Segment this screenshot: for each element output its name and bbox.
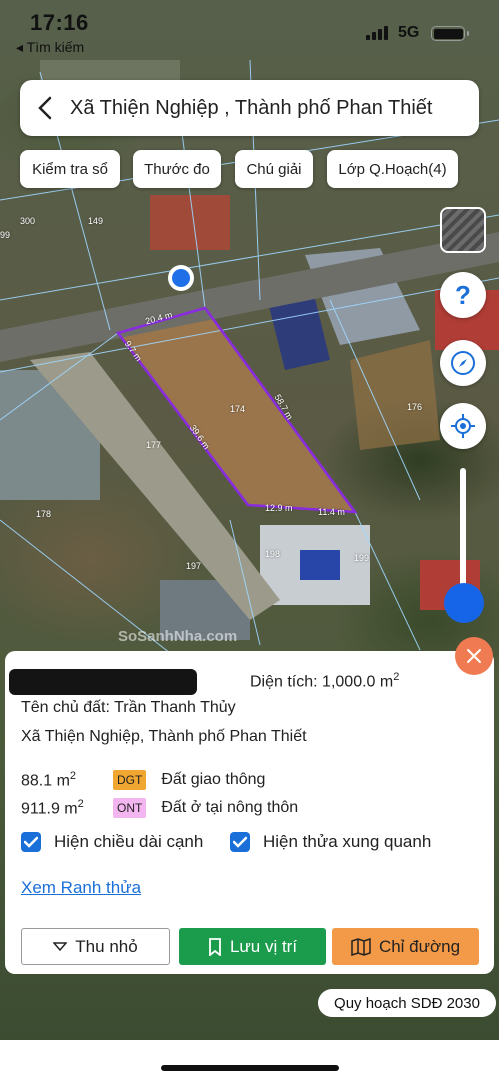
planning-layer-chip[interactable]: Lớp Q.Hoạch(4) [327, 150, 458, 188]
compass-icon [451, 351, 475, 375]
directions-button[interactable]: Chỉ đường [332, 928, 479, 965]
parcel-number: 149 [88, 216, 104, 226]
land-use-description: Đất giao thông [161, 771, 266, 788]
parcel-number: 197 [186, 561, 202, 571]
planning-year-badge[interactable]: Quy hoạch SDĐ 2030 [318, 989, 496, 1017]
legend-chip[interactable]: Chú giải [235, 150, 313, 188]
show-edge-lengths-toggle[interactable]: Hiện chiều dài cạnh [21, 832, 203, 852]
building [300, 550, 340, 580]
building [40, 60, 180, 80]
chevron-left-icon [38, 96, 52, 120]
parcel-number: 177 [146, 440, 162, 450]
save-location-label: Lưu vị trí [229, 936, 298, 956]
unit-exponent: 2 [77, 797, 84, 810]
layers-icon[interactable] [440, 207, 486, 253]
show-neighbors-toggle[interactable]: Hiện thửa xung quanh [230, 832, 431, 852]
edge-length-label: 12.9 m [265, 503, 293, 513]
land-use-row: 88.1 m2 DGT Đất giao thông [21, 768, 265, 792]
parcel-number: 178 [36, 509, 52, 519]
land-use-description: Đất ở tại nông thôn [161, 799, 299, 816]
zoom-slider[interactable] [460, 468, 466, 593]
bookmark-icon [209, 937, 221, 956]
owner-name: Tên chủ đất: Trần Thanh Thủy [21, 699, 236, 716]
ground [350, 340, 440, 450]
area-label: Diện tích: [250, 673, 318, 691]
land-use-row: 911.9 m2 ONT Đất ở tại nông thôn [21, 796, 298, 820]
minimize-button[interactable]: Thu nhỏ [21, 928, 170, 965]
close-icon [467, 649, 481, 663]
back-button[interactable] [20, 80, 70, 136]
building [150, 195, 230, 250]
area-unit-exponent: 2 [393, 671, 400, 683]
help-icon: ? [455, 279, 471, 310]
parcel-number: 174 [230, 404, 246, 414]
compass-button[interactable] [440, 340, 486, 386]
clock: 17:16 [30, 10, 89, 35]
location-title: Xã Thiện Nghiệp , Thành phố Phan Thiết [70, 96, 433, 119]
parcel-number: 300 [20, 216, 36, 226]
land-use-code: DGT [113, 770, 147, 790]
edge-length-label: 11.4 m [318, 507, 345, 517]
parcel-address: Xã Thiện Nghiệp, Thành phố Phan Thiết [21, 728, 307, 745]
checkbox-label: Hiện thửa xung quanh [263, 832, 432, 851]
check-certificate-chip[interactable]: Kiểm tra sổ [20, 150, 120, 188]
parcel-number: 176 [407, 402, 423, 412]
measure-chip[interactable]: Thước đo [133, 150, 221, 188]
land-use-amount: 88.1 m [21, 772, 70, 790]
signal-icon [366, 25, 388, 40]
locate-button[interactable] [440, 403, 486, 449]
parcel-info-card: Diện tích: 1,000.0 m2 Tên chủ đất: Trần … [5, 651, 494, 974]
area-info: Diện tích: 1,000.0 m2 [250, 671, 399, 691]
tool-chips: Kiểm tra sổ Thước đo Chú giải Lớp Q.Hoạc… [0, 150, 499, 188]
locate-icon [451, 414, 475, 438]
status-bar: 17:16 ◂ Tìm kiếm 5G [0, 0, 499, 60]
battery-icon [431, 26, 469, 41]
redacted-name [9, 669, 197, 695]
help-button[interactable]: ? [440, 272, 486, 318]
watermark: SoSanhNha.com [118, 628, 238, 645]
network-type: 5G [398, 24, 420, 41]
back-to-search-link[interactable]: ◂ Tìm kiếm [16, 39, 84, 56]
unit-exponent: 2 [69, 769, 77, 782]
save-location-button[interactable]: Lưu vị trí [179, 928, 326, 965]
map-icon [351, 937, 371, 956]
area-value: 1,000.0 m [322, 673, 394, 691]
checkbox-label: Hiện chiều dài cạnh [54, 832, 204, 851]
home-indicator-area [0, 1040, 499, 1080]
parcel-number: 199 [354, 553, 370, 563]
parcel-number: 198 [265, 549, 281, 559]
directions-label: Chỉ đường [378, 936, 461, 956]
check-icon[interactable] [230, 832, 250, 852]
close-button[interactable] [455, 637, 493, 675]
zoom-slider-handle[interactable] [444, 583, 484, 623]
view-boundary-link[interactable]: Xem Ranh thửa [21, 878, 141, 898]
location-header: Xã Thiện Nghiệp , Thành phố Phan Thiết [20, 80, 479, 136]
home-indicator[interactable] [161, 1065, 339, 1071]
check-icon[interactable] [21, 832, 41, 852]
parcel-number: 99 [0, 230, 11, 240]
minimize-label: Thu nhỏ [75, 936, 138, 956]
chevron-down-icon [53, 941, 68, 951]
land-use-amount: 911.9 m [21, 800, 78, 818]
land-use-code: ONT [113, 798, 147, 818]
